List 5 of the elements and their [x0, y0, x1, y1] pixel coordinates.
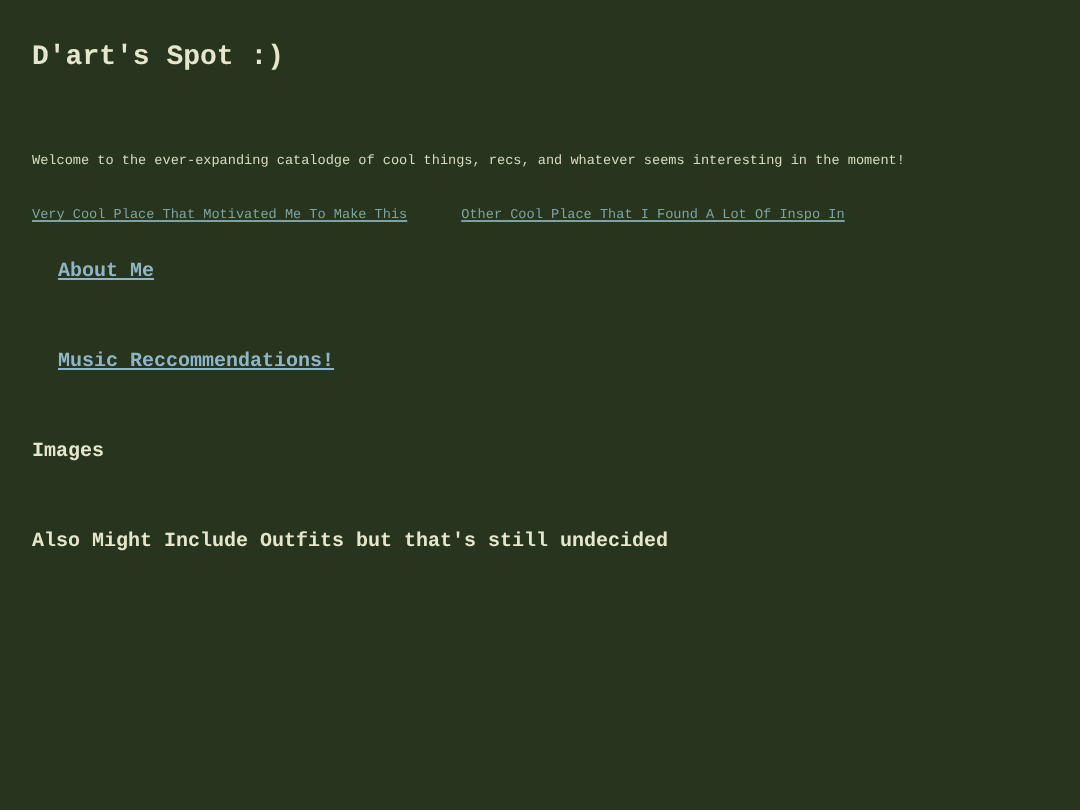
- section-heading: Also Might Include Outfits but that's still undecided: [32, 530, 671, 558]
- section-link[interactable]: Music Reccommendations!: [58, 350, 335, 378]
- site-title: D'art's Spot :): [32, 40, 287, 76]
- section-heading: Images: [32, 440, 107, 468]
- section-link[interactable]: About Me: [58, 260, 155, 288]
